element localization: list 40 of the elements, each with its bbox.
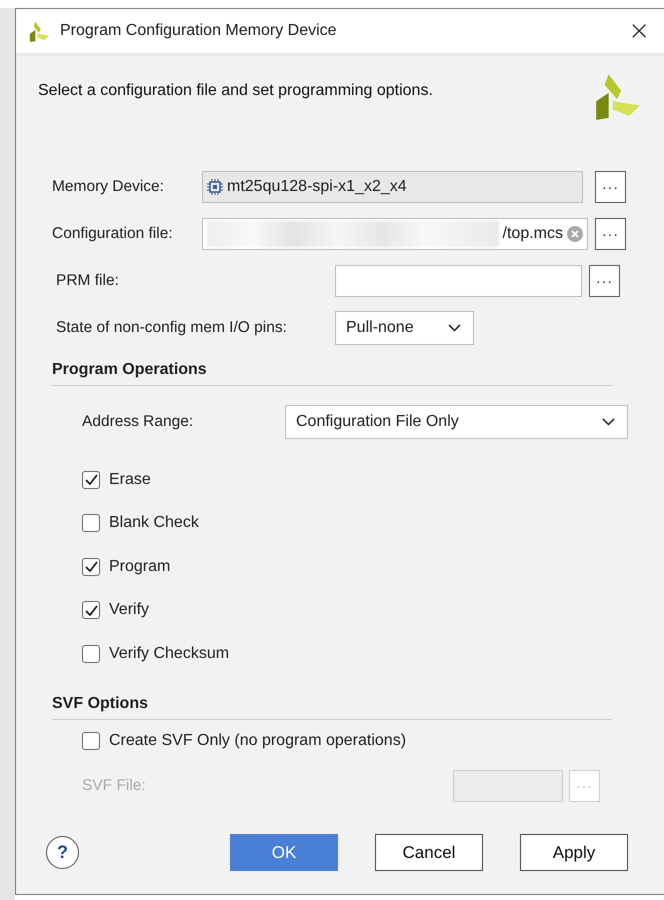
field-label: State of non-config mem I/O pins: xyxy=(56,318,288,336)
instruction-text: Select a configuration file and set programming options. xyxy=(38,82,433,100)
checkbox-label: Blank Check xyxy=(109,514,199,532)
svf-file-field[interactable] xyxy=(453,770,563,802)
checkbox[interactable] xyxy=(82,644,100,663)
checkbox-label: Program xyxy=(109,558,170,576)
section-title: SVF Options xyxy=(52,694,148,712)
browse-button[interactable]: ··· xyxy=(595,170,626,202)
checkbox-label: Verify Checksum xyxy=(109,644,230,663)
checkbox-label: Verify xyxy=(109,601,150,620)
help-button[interactable]: ? xyxy=(46,836,79,869)
checkbox[interactable] xyxy=(82,470,100,489)
dialog-button[interactable]: OK xyxy=(230,834,338,871)
checkbox-label: Erase xyxy=(109,470,151,489)
checkbox[interactable] xyxy=(82,558,100,576)
pin-state-dropdown[interactable]: Pull-none xyxy=(335,310,474,344)
checkbox[interactable] xyxy=(82,732,100,750)
chevron-down-icon xyxy=(602,418,615,426)
close-button[interactable]: × xyxy=(614,16,664,46)
configuration-file-field[interactable]: /top.mcs xyxy=(202,218,588,250)
memory-device-field: mt25qu128-spi-x1_x2_x4 xyxy=(202,170,583,202)
field-label: SVF File: xyxy=(82,776,147,794)
checkbox[interactable] xyxy=(82,514,100,532)
chip-icon xyxy=(207,178,223,194)
dialog-button[interactable]: Apply xyxy=(520,834,628,871)
chevron-down-icon xyxy=(448,324,461,332)
address-range-dropdown[interactable]: Configuration File Only xyxy=(285,405,628,439)
field-label: PRM file: xyxy=(56,272,120,290)
field-label: Memory Device: xyxy=(52,178,165,196)
checkbox-label: Create SVF Only (no program operations) xyxy=(109,732,406,750)
window-title: Program Configuration Memory Device xyxy=(60,22,338,40)
browse-button[interactable]: ··· xyxy=(589,264,620,296)
dialog-button[interactable]: Cancel xyxy=(375,834,483,871)
logo-icon xyxy=(28,20,50,42)
section-title: Program Operations xyxy=(52,361,207,378)
field-label: Address Range: xyxy=(82,413,194,431)
prm-file-field[interactable] xyxy=(335,264,582,296)
field-label: Configuration file: xyxy=(52,224,174,242)
browse-button[interactable]: ··· xyxy=(595,218,626,250)
checkbox[interactable] xyxy=(82,601,100,620)
